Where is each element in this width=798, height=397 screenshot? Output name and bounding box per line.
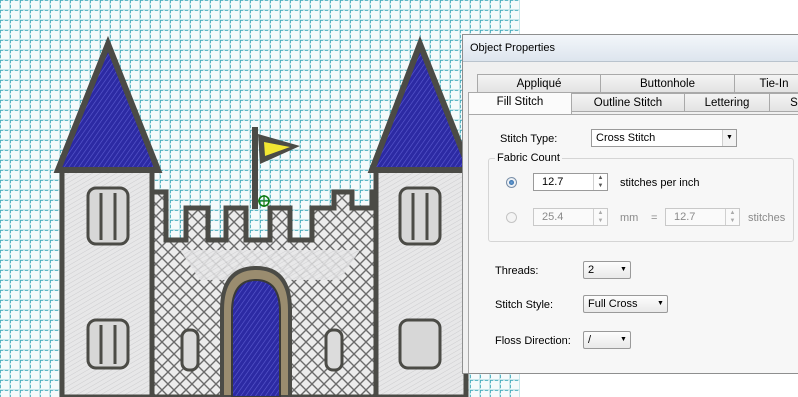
chevron-down-icon: ▼	[722, 130, 736, 146]
tab-s[interactable]: S	[769, 93, 798, 112]
spin-up-icon[interactable]: ▲	[594, 209, 607, 217]
dialog-title: Object Properties	[470, 42, 555, 54]
stitches-unit-label: stitches	[748, 212, 786, 224]
spi-spinner[interactable]: 12.7 ▲ ▼	[533, 173, 608, 191]
dialog-titlebar[interactable]: Object Properties	[463, 35, 798, 62]
spin-up-icon[interactable]: ▲	[726, 209, 739, 217]
embroidery-canvas[interactable]	[0, 0, 520, 397]
fabric-count-label: Fabric Count	[495, 152, 562, 164]
tab-tie-in[interactable]: Tie-In	[734, 74, 798, 93]
stitch-style-select[interactable]: Full Cross ▼	[583, 295, 668, 313]
spi-unit-label: stitches per inch	[620, 177, 700, 189]
fabric-count-group	[488, 158, 794, 242]
stitch-type-select[interactable]: Cross Stitch ▼	[591, 129, 737, 147]
mm-spinner[interactable]: 25.4 ▲ ▼	[533, 208, 608, 226]
stitch-type-label: Stitch Type:	[500, 133, 558, 145]
tab-buttonhole[interactable]: Buttonhole	[600, 74, 735, 93]
equals-sign: =	[651, 212, 658, 224]
floss-direction-select[interactable]: / ▼	[583, 331, 631, 349]
spin-up-icon[interactable]: ▲	[594, 174, 607, 182]
object-properties-dialog: Object Properties Appliqué Buttonhole Ti…	[462, 34, 798, 374]
castle-door[interactable]	[220, 265, 292, 397]
floss-direction-label: Floss Direction:	[495, 335, 571, 347]
mm-unit-label: mm	[620, 212, 639, 224]
spin-down-icon[interactable]: ▼	[594, 217, 607, 225]
threads-label: Threads:	[495, 265, 539, 277]
spin-down-icon[interactable]: ▼	[594, 182, 607, 190]
tab-lettering[interactable]: Lettering	[684, 93, 770, 112]
tab-outline-stitch[interactable]: Outline Stitch	[571, 93, 685, 112]
mm-radio[interactable]	[506, 212, 517, 223]
chevron-down-icon: ▼	[620, 336, 627, 343]
chevron-down-icon: ▼	[620, 266, 627, 273]
chevron-down-icon: ▼	[657, 300, 664, 307]
tab-applique[interactable]: Appliqué	[477, 74, 601, 93]
spi-radio[interactable]	[506, 177, 517, 188]
stitches-spinner[interactable]: 12.7 ▲ ▼	[665, 208, 740, 226]
threads-select[interactable]: 2 ▼	[583, 261, 631, 279]
tab-fill-stitch[interactable]: Fill Stitch	[468, 92, 572, 114]
stitch-style-label: Stitch Style:	[495, 299, 554, 311]
spin-down-icon[interactable]: ▼	[726, 217, 739, 225]
